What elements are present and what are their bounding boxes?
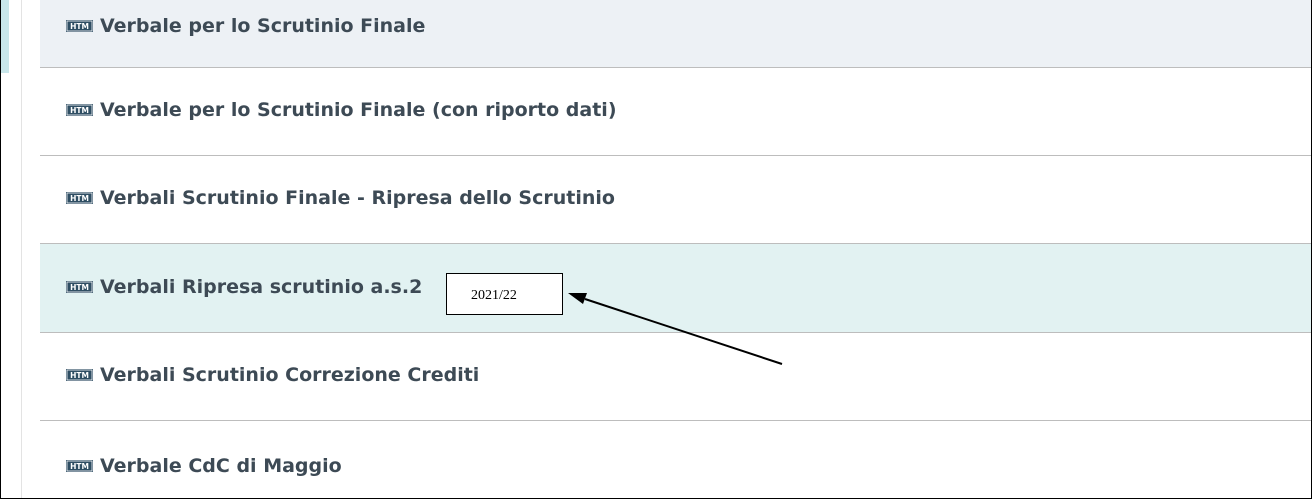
htm-icon-text: HTM — [70, 283, 89, 292]
htm-file-icon: HTM — [66, 281, 93, 293]
sidebar-accent — [1, 0, 9, 73]
document-frame: HTM Verbale per lo Scrutinio Finale HTM … — [0, 0, 1312, 499]
list-item-label[interactable]: Verbali Scrutinio Finale - Ripresa dello… — [100, 187, 615, 209]
list-item[interactable]: HTM Verbali Scrutinio Correzione Crediti — [40, 333, 1311, 421]
document-list: HTM Verbale per lo Scrutinio Finale HTM … — [40, 0, 1311, 498]
htm-file-icon: HTM — [66, 104, 93, 116]
htm-icon-text: HTM — [70, 462, 89, 471]
htm-file-icon: HTM — [66, 369, 93, 381]
htm-icon-text: HTM — [70, 106, 89, 115]
htm-icon-text: HTM — [70, 371, 89, 380]
year-callout-text: 2021/22 — [471, 288, 517, 303]
htm-file-icon: HTM — [66, 20, 93, 32]
htm-file-icon: HTM — [66, 460, 93, 472]
list-item-label[interactable]: Verbale per lo Scrutinio Finale — [100, 15, 425, 37]
list-item[interactable]: HTM Verbale per lo Scrutinio Finale (con… — [40, 68, 1311, 156]
htm-icon-text: HTM — [70, 194, 89, 203]
list-item-label[interactable]: Verbale CdC di Maggio — [100, 455, 342, 477]
list-item[interactable]: HTM Verbali Scrutinio Finale - Ripresa d… — [40, 156, 1311, 244]
list-item-label[interactable]: Verbali Ripresa scrutinio a.s.2 — [100, 276, 422, 298]
list-item-highlighted[interactable]: HTM Verbali Ripresa scrutinio a.s.2 — [40, 244, 1311, 333]
list-item-label[interactable]: Verbale per lo Scrutinio Finale (con rip… — [100, 99, 617, 121]
htm-file-icon: HTM — [66, 192, 93, 204]
year-callout-box: 2021/22 — [446, 273, 563, 315]
sidebar-divider — [21, 0, 22, 498]
htm-icon-text: HTM — [70, 22, 89, 31]
list-item[interactable]: HTM Verbale CdC di Maggio — [40, 421, 1311, 498]
list-item-label[interactable]: Verbali Scrutinio Correzione Crediti — [100, 364, 479, 386]
list-item[interactable]: HTM Verbale per lo Scrutinio Finale — [40, 0, 1311, 68]
